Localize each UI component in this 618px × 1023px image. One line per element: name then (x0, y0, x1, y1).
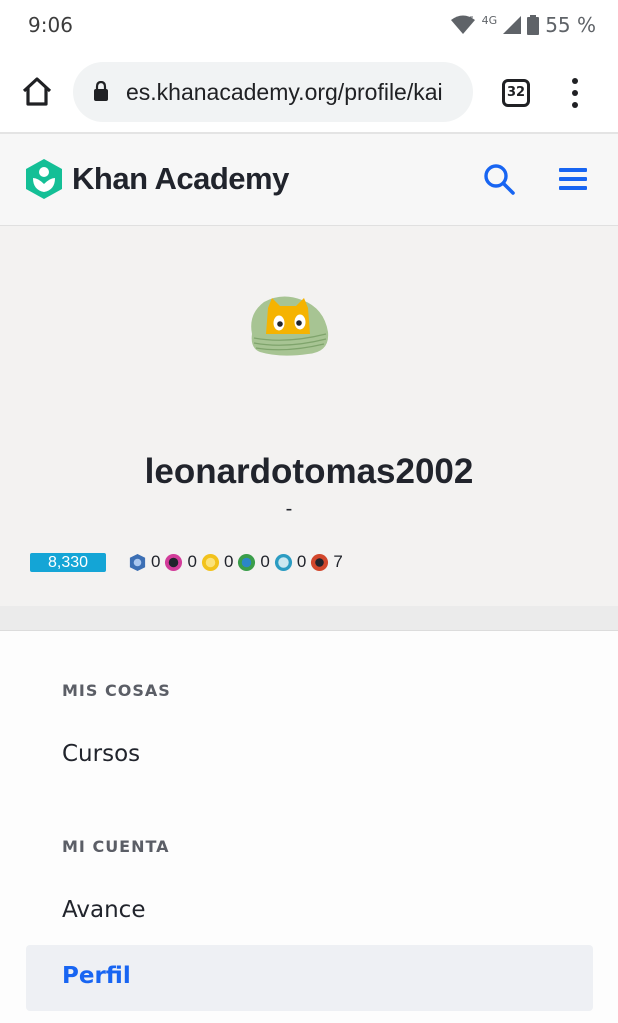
section-divider (0, 606, 618, 631)
address-bar[interactable]: es.khanacademy.org/profile/kai (73, 62, 473, 122)
sun-badge-icon (238, 553, 256, 571)
khan-academy-logo[interactable]: Khan Academy (24, 158, 289, 200)
battery-icon (527, 15, 540, 35)
nav-item-cursos[interactable]: Cursos (62, 741, 140, 767)
badge-earth: 0 (201, 552, 233, 572)
site-header: Khan Academy (0, 134, 618, 226)
signal-icon (503, 16, 522, 34)
wifi-icon (450, 15, 475, 34)
status-time: 9:06 (28, 13, 73, 37)
username: leonardotomas2002 (144, 452, 474, 491)
badge-counts[interactable]: 0 0 0 0 0 7 (128, 552, 347, 572)
badge-meteorite: 0 (128, 552, 160, 572)
avatar[interactable] (246, 294, 330, 356)
moon-badge-icon (165, 553, 183, 571)
profile-bio: - (285, 498, 293, 520)
brand-name: Khan Academy (72, 161, 289, 196)
menu-dot-icon (572, 78, 578, 84)
browser-toolbar: es.khanacademy.org/profile/kai 32 (0, 52, 618, 134)
nav-item-perfil[interactable]: Perfil (26, 945, 593, 1011)
badge-moon: 0 (164, 552, 197, 572)
energy-points-badge: 8,330 (30, 552, 106, 572)
meteorite-badge-icon (129, 553, 146, 571)
black-hole-badge-icon (274, 553, 292, 571)
status-bar: 9:06 4G 55 % (0, 0, 618, 52)
tab-switcher-button[interactable]: 32 (502, 79, 530, 107)
profile-stats: 8,330 0 0 0 0 0 7 (30, 552, 347, 572)
search-icon[interactable] (482, 162, 516, 196)
profile-header: leonardotomas2002 - 8,330 0 0 0 0 0 7 (0, 226, 618, 606)
badge-black-hole: 0 (274, 552, 306, 572)
url-text: es.khanacademy.org/profile/kai (126, 79, 443, 105)
nav-item-avance[interactable]: Avance (62, 897, 145, 923)
profile-nav-menu: MIS COSAS Cursos MI CUENTA Avance Perfil (0, 631, 618, 1023)
menu-dot-icon (572, 90, 578, 96)
network-type: 4G (481, 13, 498, 27)
browser-menu-button[interactable] (566, 78, 584, 108)
hamburger-menu-icon[interactable] (559, 168, 587, 190)
home-icon[interactable] (20, 74, 54, 108)
badge-sun: 0 (237, 552, 270, 572)
nav-item-perfil-label: Perfil (62, 963, 131, 989)
battery-level: 55 % (545, 13, 596, 37)
earth-badge-icon (201, 553, 219, 571)
lock-icon (94, 81, 108, 101)
khan-academy-logo-icon (26, 159, 62, 199)
section-label-mis-cosas: MIS COSAS (62, 681, 171, 700)
challenge-patch-icon (311, 553, 329, 571)
status-icons: 4G 55 % (450, 13, 596, 37)
badge-challenge-patch: 7 (310, 552, 343, 572)
section-label-mi-cuenta: MI CUENTA (62, 837, 170, 856)
menu-dot-icon (572, 102, 578, 108)
